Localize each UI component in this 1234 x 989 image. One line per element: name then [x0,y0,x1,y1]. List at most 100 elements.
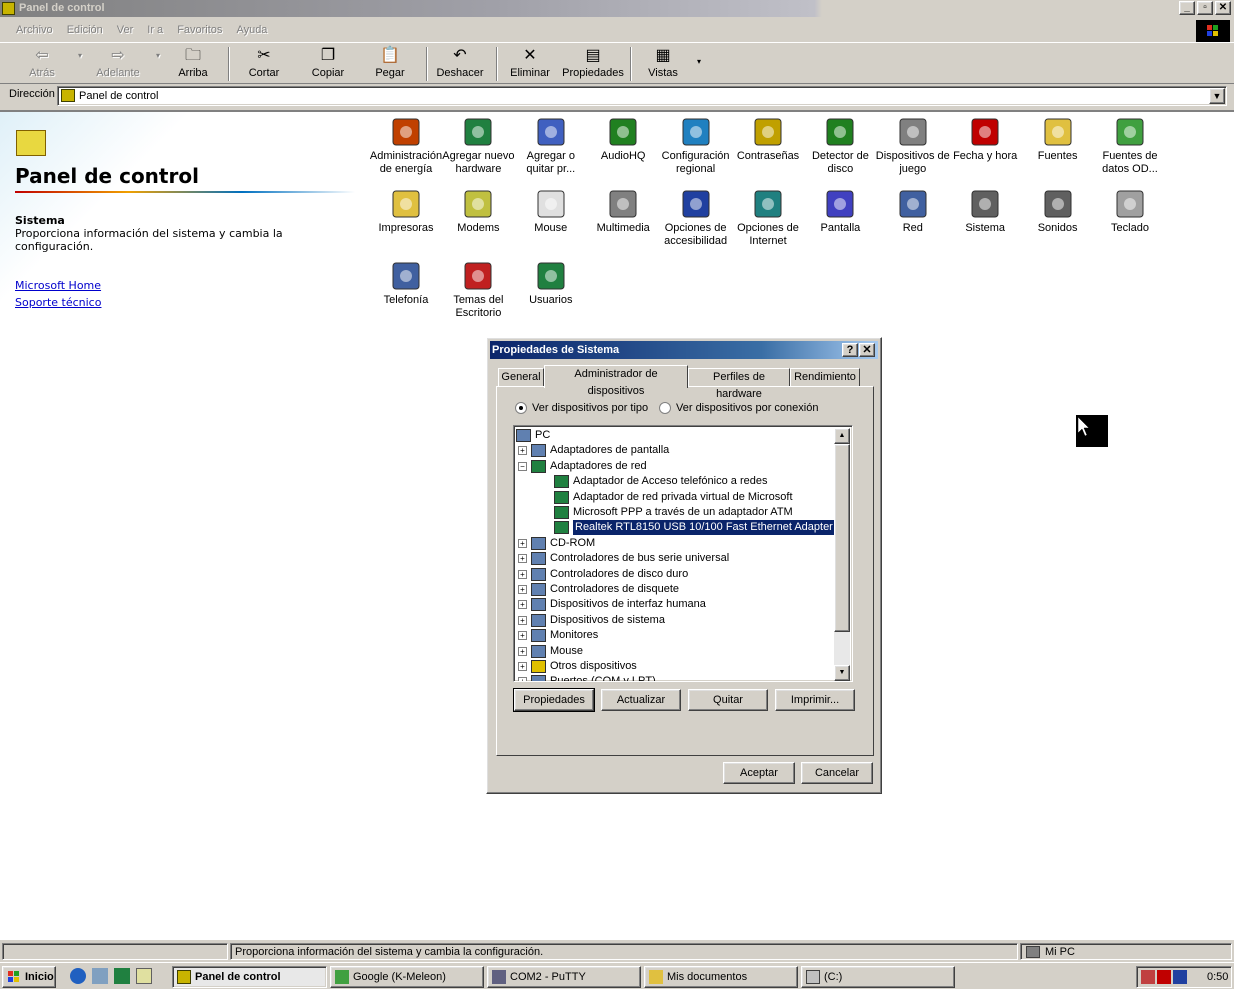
cp-item[interactable]: Administración de energía [369,116,443,175]
tree-node[interactable]: Microsoft PPP a través de un adaptador A… [554,505,793,520]
expand-icon[interactable]: + [518,554,527,564]
cp-item[interactable]: Sistema [948,188,1022,235]
views-button[interactable]: ▦ Vistas [640,47,686,79]
menu-archivo[interactable]: Archivo [16,24,53,36]
remove-button[interactable]: Quitar [688,689,768,711]
expand-icon[interactable]: + [518,677,527,681]
outlook-icon[interactable] [92,968,108,984]
expand-icon[interactable]: + [518,538,527,548]
expand-icon[interactable]: + [518,615,527,625]
tree-node[interactable]: + Adaptadores de pantalla [518,443,669,458]
cp-item[interactable]: Telefonía [369,260,443,307]
forward-dropdown[interactable]: ▾ [148,47,162,67]
back-button[interactable]: ⇦ Atrás [22,47,62,79]
tab-device-manager[interactable]: Administrador de dispositivos [544,365,688,397]
expand-icon[interactable]: + [518,600,527,610]
tree-scrollbar[interactable]: ▲ ▼ [834,428,850,681]
views-dropdown[interactable]: ▾ [692,55,706,67]
menu-favoritos[interactable]: Favoritos [177,24,222,36]
menu-ir-a[interactable]: Ir a [147,24,163,36]
task-kmeleon[interactable]: Google (K-Meleon) [330,966,484,988]
tree-node[interactable]: Realtek RTL8150 USB 10/100 Fast Ethernet… [554,519,836,537]
cp-item[interactable]: Fuentes de datos OD... [1093,116,1167,175]
task-c-drive[interactable]: (C:) [801,966,955,988]
cp-item[interactable]: AudioHQ [586,116,660,163]
address-dropdown-button[interactable]: ▼ [1209,88,1225,104]
tree-node[interactable]: + Mouse [518,644,583,659]
dialog-titlebar[interactable]: Propiedades de Sistema ? ✕ [490,341,878,359]
tab-general[interactable]: General [498,368,544,387]
ati-tray-icon[interactable] [1157,970,1171,984]
cp-item[interactable]: Pantalla [803,188,877,235]
delete-button[interactable]: ✕ Eliminar [506,47,554,79]
close-button[interactable]: ✕ [1215,1,1231,15]
dialog-close-button[interactable]: ✕ [859,343,875,357]
back-dropdown[interactable]: ▾ [70,47,84,67]
scroll-down-button[interactable]: ▼ [834,665,850,681]
tree-node[interactable]: Adaptador de red privada virtual de Micr… [554,490,793,505]
radio-unselected[interactable] [659,402,671,414]
tree-node[interactable]: + Controladores de disquete [518,582,679,597]
clock[interactable]: 0:50 [1207,967,1228,987]
device-tree[interactable]: PC + Adaptadores de pantalla − Adaptadores d… [513,425,853,682]
cp-item[interactable]: Sonidos [1021,188,1095,235]
expand-icon[interactable]: + [518,585,527,594]
cp-item[interactable]: Contraseñas [731,116,805,163]
refresh-button[interactable]: Actualizar [601,689,681,711]
cp-item[interactable]: Red [876,188,950,235]
tab-hardware-profiles[interactable]: Perfiles de hardware [688,368,790,400]
tree-node[interactable]: PC [516,428,550,443]
properties-button[interactable]: Propiedades [513,688,595,712]
tree-node[interactable]: + Monitores [518,628,598,643]
cp-item[interactable]: Fecha y hora [948,116,1022,163]
cut-button[interactable]: ✂ Cortar [240,47,288,79]
show-desktop-icon[interactable] [114,968,130,984]
menu-ayuda[interactable]: Ayuda [236,24,267,36]
print-button[interactable]: Imprimir... [775,689,855,711]
cp-item[interactable]: Temas del Escritorio [441,260,515,319]
expand-icon[interactable]: + [518,646,527,656]
ok-button[interactable]: Aceptar [723,762,795,784]
support-link[interactable]: Soporte técnico [15,296,101,309]
tree-node[interactable]: + CD-ROM [518,536,595,551]
tab-performance[interactable]: Rendimiento [790,368,860,387]
window-titlebar[interactable]: Panel de control _ ▫ ✕ [0,0,1234,17]
cp-item[interactable]: Multimedia [586,188,660,235]
cp-item[interactable]: Opciones de accesibilidad [659,188,733,247]
cp-item[interactable]: Opciones de Internet [731,188,805,247]
cp-item[interactable]: Mouse [514,188,588,235]
task-putty[interactable]: COM2 - PuTTY [487,966,641,988]
tree-node[interactable]: + Puertos (COM y LPT) [518,674,656,681]
view-by-type-radio[interactable]: Ver dispositivos por tipo [515,402,648,414]
cp-item[interactable]: Usuarios [514,260,588,307]
start-button[interactable]: Inicio [2,966,56,988]
cp-item[interactable]: Modems [441,188,515,235]
ie-icon[interactable] [70,968,86,984]
tree-node[interactable]: − Adaptadores de red [518,459,647,474]
undo-button[interactable]: ↶ Deshacer [434,47,486,79]
volume-tray-icon[interactable] [1173,970,1187,984]
task-control-panel[interactable]: Panel de control [172,966,327,988]
expand-icon[interactable]: + [518,631,527,641]
paste-button[interactable]: 📋 Pegar [366,47,414,79]
cp-item[interactable]: Dispositivos de juego [876,116,950,175]
task-my-documents[interactable]: Mis documentos [644,966,798,988]
tree-node[interactable]: + Otros dispositivos [518,659,637,674]
menu-ver[interactable]: Ver [117,24,134,36]
forward-button[interactable]: ⇨ Adelante [94,47,142,79]
channels-icon[interactable] [136,968,152,984]
expand-icon[interactable]: + [518,569,527,579]
menu-edicion[interactable]: Edición [67,24,103,36]
expand-icon[interactable]: + [518,662,527,671]
tree-node[interactable]: + Dispositivos de sistema [518,613,665,628]
minimize-button[interactable]: _ [1179,1,1195,15]
network-tray-icon[interactable] [1141,970,1155,984]
cp-item[interactable]: Impresoras [369,188,443,235]
cp-item[interactable]: Configuración regional [659,116,733,175]
copy-button[interactable]: ❐ Copiar [304,47,352,79]
collapse-icon[interactable]: − [518,461,527,471]
microsoft-home-link[interactable]: Microsoft Home [15,279,101,292]
radio-selected[interactable] [515,402,527,414]
tree-node[interactable]: Adaptador de Acceso telefónico a redes [554,474,767,489]
scroll-up-button[interactable]: ▲ [834,428,850,444]
